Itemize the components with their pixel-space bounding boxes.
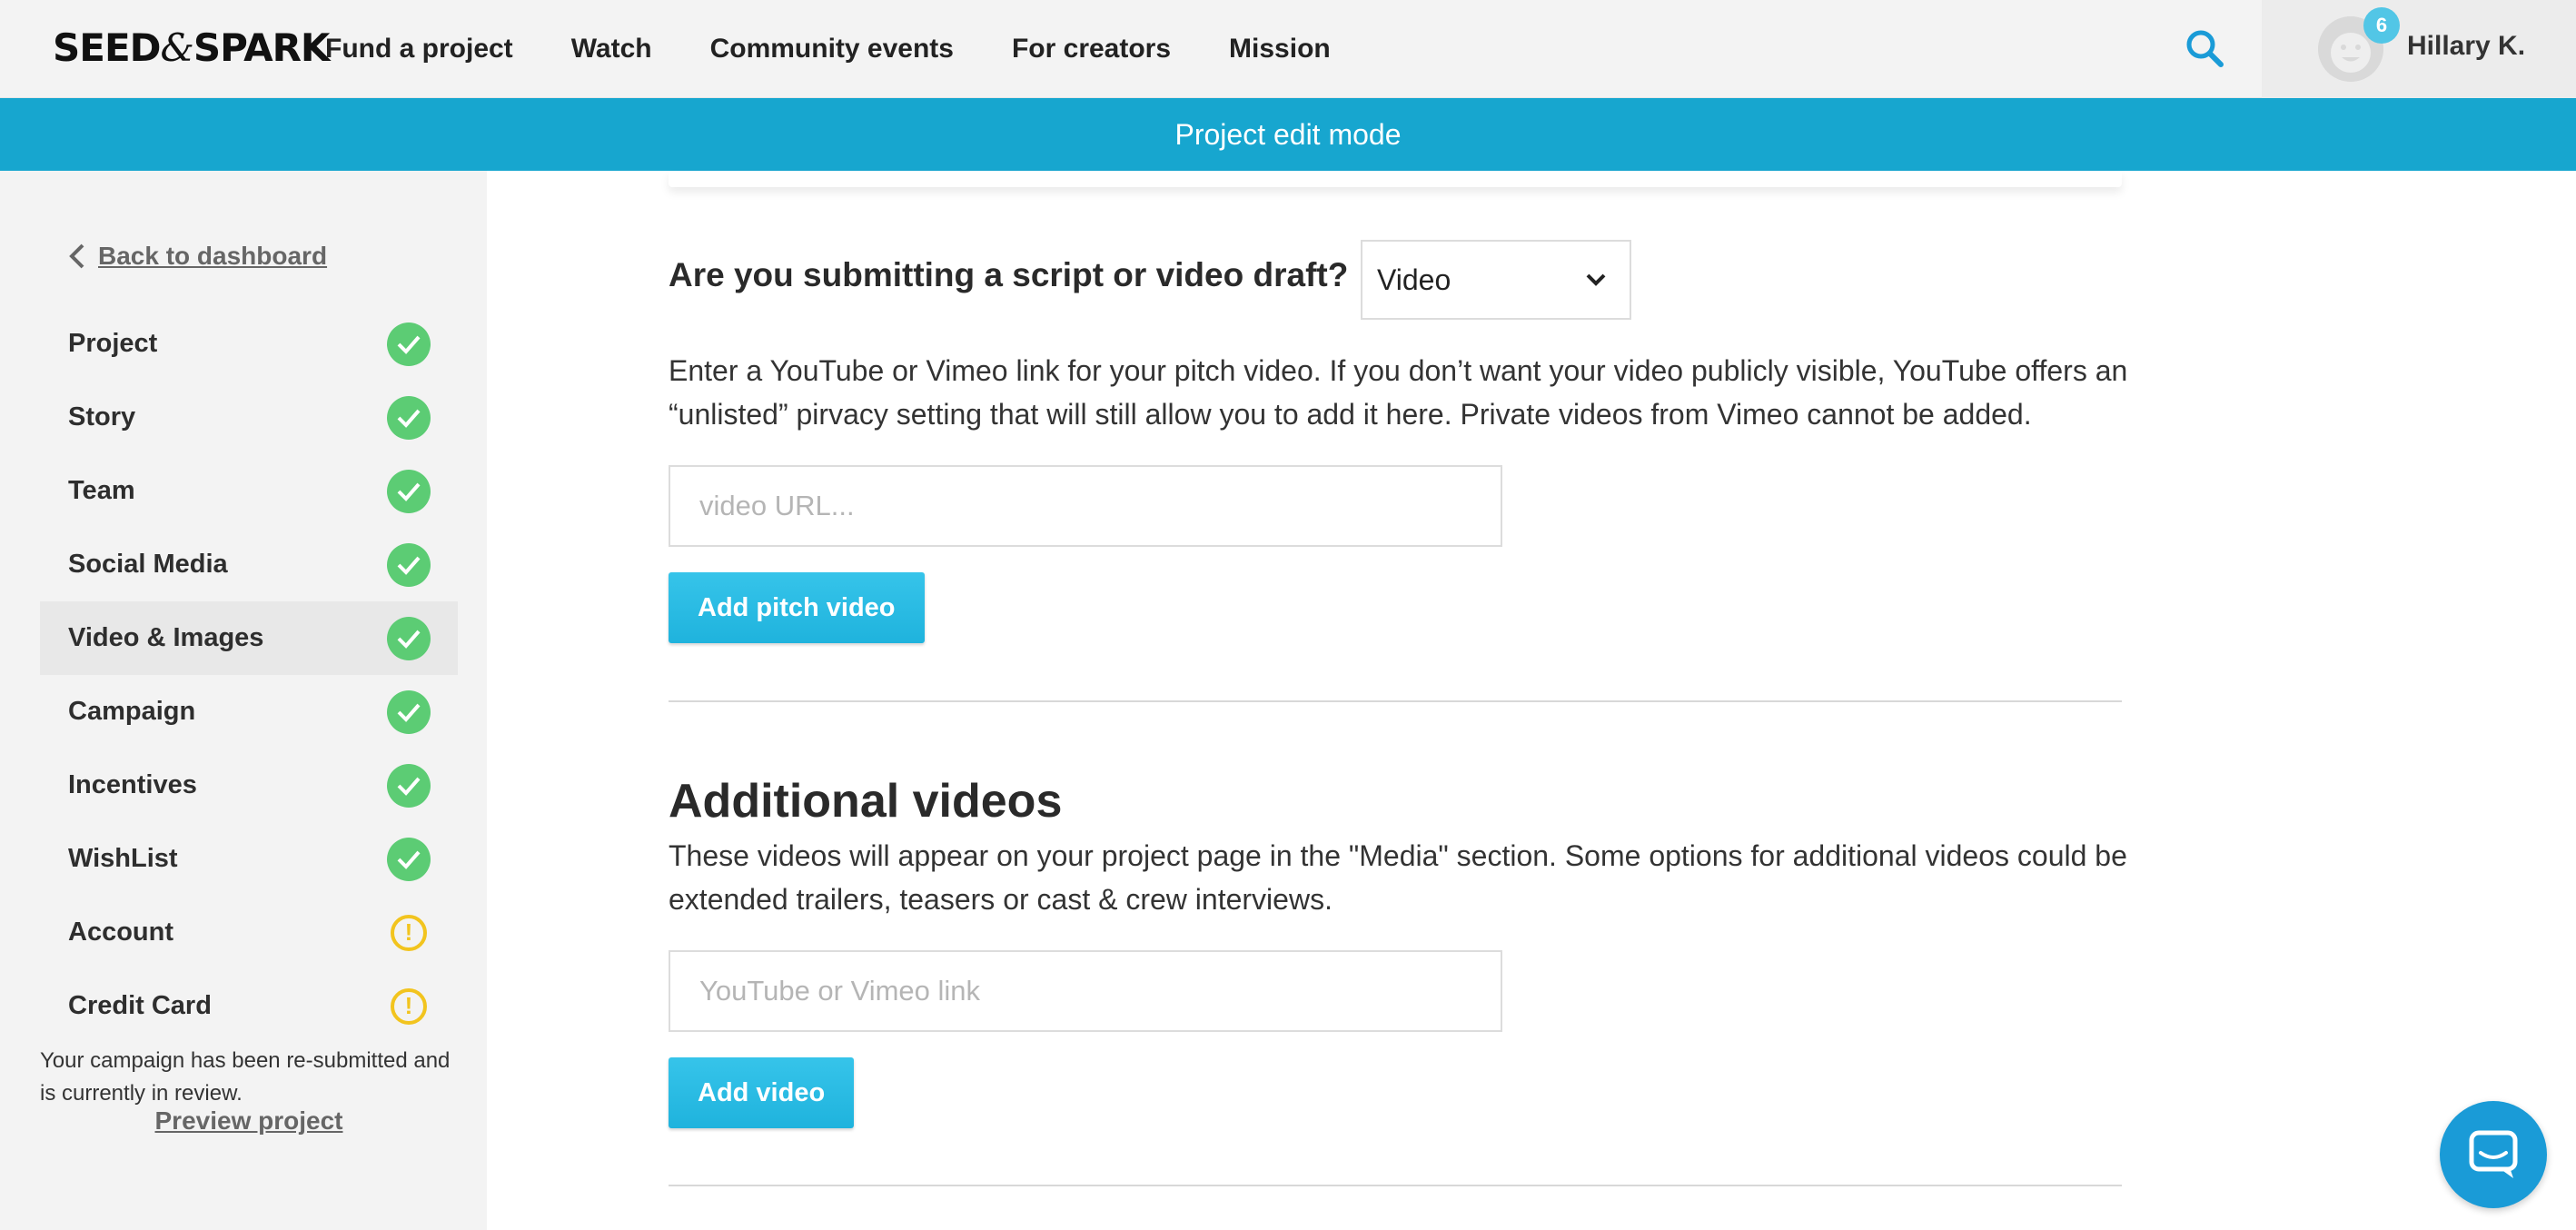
user-menu[interactable]: 6 Hillary K. <box>2262 0 2576 98</box>
sidebar-item-team[interactable]: Team <box>40 454 458 528</box>
logo-ampersand: & <box>160 25 194 70</box>
select-value: Video <box>1377 263 1451 296</box>
back-to-dashboard-link[interactable]: Back to dashboard <box>67 242 327 271</box>
search-icon[interactable] <box>2180 24 2231 74</box>
sidebar-item-social-media[interactable]: Social Media <box>40 528 458 601</box>
chat-bubble-icon <box>2469 1130 2518 1178</box>
sidebar-nav: Project Story Team Social Media Video & … <box>40 307 458 1043</box>
logo-text-seed: SEED <box>53 25 161 70</box>
sidebar-item-label: Project <box>68 329 158 358</box>
check-circle-icon <box>387 469 431 513</box>
nav-fund-a-project[interactable]: Fund a project <box>325 34 513 64</box>
username[interactable]: Hillary K. <box>2407 31 2525 62</box>
sidebar-item-incentives[interactable]: Incentives <box>40 749 458 822</box>
video-url-input[interactable] <box>669 465 1502 547</box>
sidebar-item-account[interactable]: Account ! <box>40 896 458 969</box>
top-navigation: SEED&SPARK Fund a project Watch Communit… <box>0 0 2576 98</box>
check-circle-icon <box>387 616 431 660</box>
submission-type-question: Are you submitting a script or video dra… <box>669 256 1349 293</box>
additional-video-url-input[interactable] <box>669 950 1502 1032</box>
sidebar-item-label: Story <box>68 402 136 431</box>
sidebar-item-label: Incentives <box>68 770 197 799</box>
chat-widget-button[interactable] <box>2440 1101 2547 1208</box>
logo-text-spark: SPARK <box>193 25 331 70</box>
sidebar-item-label: Credit Card <box>68 991 212 1020</box>
check-circle-icon <box>387 322 431 366</box>
review-status-note: Your campaign has been re-submitted and … <box>40 1048 451 1106</box>
nav-watch[interactable]: Watch <box>571 34 652 64</box>
back-to-dashboard-label: Back to dashboard <box>98 242 328 270</box>
sidebar-item-label: WishList <box>68 844 178 873</box>
edit-mode-banner: Project edit mode <box>0 98 2576 171</box>
additional-videos-description: These videos will appear on your project… <box>669 839 2127 916</box>
exclamation-circle-icon: ! <box>391 914 427 951</box>
add-video-button[interactable]: Add video <box>669 1057 855 1128</box>
banner-text: Project edit mode <box>1174 117 1402 151</box>
main-nav: Fund a project Watch Community events Fo… <box>325 0 1331 98</box>
check-circle-icon <box>387 763 431 808</box>
nav-community-events[interactable]: Community events <box>710 34 954 64</box>
sidebar-item-label: Account <box>68 918 173 947</box>
sidebar-item-label: Video & Images <box>68 623 264 652</box>
check-circle-icon <box>387 689 431 734</box>
sidebar-item-label: Campaign <box>68 697 196 726</box>
exclamation-circle-icon: ! <box>391 987 427 1025</box>
sidebar-item-video-images[interactable]: Video & Images <box>40 601 458 675</box>
check-circle-icon <box>387 837 431 881</box>
nav-mission[interactable]: Mission <box>1229 34 1331 64</box>
submission-type-select[interactable]: Video <box>1361 240 1631 320</box>
seed-and-spark-logo[interactable]: SEED&SPARK <box>53 25 331 70</box>
section-divider <box>669 700 2122 702</box>
sidebar-item-label: Social Media <box>68 550 228 579</box>
section-divider <box>669 1185 2122 1186</box>
sidebar: Back to dashboard Project Story Team Soc… <box>0 171 487 1230</box>
nav-for-creators[interactable]: For creators <box>1012 34 1171 64</box>
pitch-video-description: Enter a YouTube or Vimeo link for your p… <box>669 354 2128 431</box>
chevron-left-icon <box>69 243 84 269</box>
sidebar-item-story[interactable]: Story <box>40 381 458 454</box>
check-circle-icon <box>387 395 431 440</box>
chevron-down-icon <box>1586 273 1606 286</box>
notification-badge[interactable]: 6 <box>2363 7 2400 44</box>
additional-videos-title: Additional videos <box>669 775 1063 828</box>
sidebar-item-credit-card[interactable]: Credit Card ! <box>40 969 458 1043</box>
sidebar-item-label: Team <box>68 476 135 505</box>
add-pitch-video-button[interactable]: Add pitch video <box>669 572 925 643</box>
check-circle-icon <box>387 542 431 587</box>
sidebar-item-wishlist[interactable]: WishList <box>40 822 458 896</box>
sidebar-item-campaign[interactable]: Campaign <box>40 675 458 749</box>
previous-section-card-edge <box>669 171 2122 187</box>
sidebar-item-project[interactable]: Project <box>40 307 458 381</box>
preview-project-link[interactable]: Preview project <box>40 1106 458 1136</box>
